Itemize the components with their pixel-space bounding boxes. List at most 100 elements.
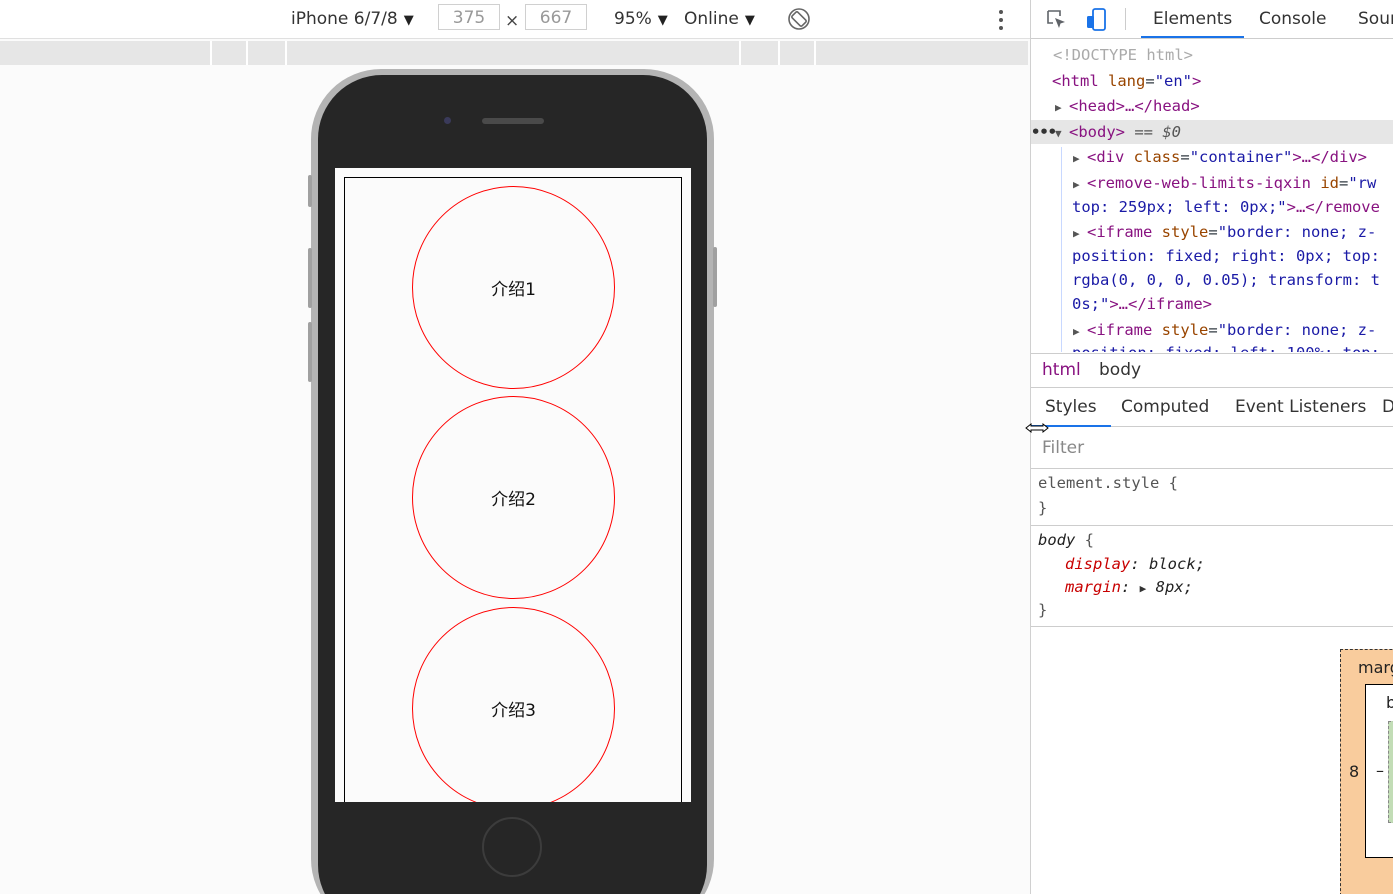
ruler-divider: [778, 41, 780, 65]
dom-remove-web-limits[interactable]: ▶ <remove-web-limits-iqxin id="rw: [1031, 171, 1393, 195]
dom-iframe-1[interactable]: ▶ <iframe style="border: none; z-: [1031, 220, 1393, 244]
ruler-divider: [285, 41, 287, 65]
attr-name: style: [1161, 223, 1209, 241]
expand-triangle-icon[interactable]: ▶: [1073, 147, 1087, 171]
device-toolbar: iPhone 6/7/8 ▼ 375 × 667 95% ▼ Online ▼: [0, 0, 1030, 39]
device-name: iPhone 6/7/8: [291, 9, 398, 29]
power-button: [713, 247, 717, 307]
inspect-element-icon[interactable]: [1045, 8, 1067, 30]
dom-iframe-2-cont: position: fixed; left: 100%; top:: [1031, 341, 1393, 352]
devtools-tabbar: Elements Console Sour: [1031, 0, 1393, 39]
dom-head[interactable]: ▶ <head>…</head>: [1031, 94, 1393, 118]
tab-elements[interactable]: Elements: [1141, 0, 1245, 38]
display-declaration[interactable]: display: block;: [1065, 553, 1205, 575]
zoom-value: 95%: [614, 9, 652, 29]
intro-circle: 介绍3: [412, 607, 615, 802]
device-toggle-icon[interactable]: [1085, 8, 1107, 31]
body-selector-line[interactable]: body {: [1038, 529, 1094, 551]
dom-iframe-1-cont: rgba(0, 0, 0, 0.05); transform: t: [1031, 268, 1393, 292]
property-name: display: [1065, 555, 1131, 573]
tag-text: <body>: [1069, 123, 1125, 141]
selected-marker: == $0: [1125, 123, 1181, 141]
tag-text: <remove-web-limits-iqxin: [1087, 174, 1311, 192]
ruler-divider: [814, 41, 816, 65]
attr-name: style: [1161, 321, 1209, 339]
box-model-diagram: marg 8 b –: [1340, 649, 1393, 894]
expand-triangle-icon[interactable]: ▶: [1073, 222, 1087, 246]
attr-value: 0s;": [1072, 295, 1110, 313]
collapse-triangle-icon[interactable]: ▼: [1055, 122, 1069, 146]
property-value: block;: [1149, 555, 1205, 573]
attr-value: "en": [1154, 72, 1193, 90]
tag-text: <head>…</head>: [1069, 97, 1200, 115]
attr-name: id: [1320, 174, 1339, 192]
attr-value: "border: none; z-: [1217, 321, 1377, 339]
dom-tree: <!DOCTYPE html> <html lang="en"> ▶ <head>…: [1031, 40, 1393, 352]
tag-text: >: [1192, 72, 1202, 90]
height-input[interactable]: 667: [525, 4, 587, 30]
tab-computed[interactable]: Computed: [1121, 388, 1209, 426]
tag-text: <iframe: [1087, 223, 1153, 241]
zoom-select[interactable]: 95% ▼: [614, 6, 668, 32]
attr-name: lang: [1108, 72, 1146, 90]
attr-value: "border: none; z-: [1217, 223, 1377, 241]
tab-dom-breakpoints[interactable]: D: [1382, 388, 1393, 426]
expand-triangle-icon[interactable]: ▶: [1055, 96, 1069, 120]
chevron-down-icon: ▼: [657, 13, 668, 28]
tag-text: >…</div>: [1292, 148, 1367, 166]
doctype-text: <!DOCTYPE html>: [1053, 46, 1193, 64]
breadcrumb-html[interactable]: html: [1042, 354, 1081, 387]
dom-body[interactable]: •••▼ <body> == $0: [1031, 120, 1393, 144]
dom-iframe-2[interactable]: ▶ <iframe style="border: none; z-: [1031, 318, 1393, 342]
dom-doctype[interactable]: <!DOCTYPE html>: [1031, 43, 1393, 67]
tag-text: >…</remove: [1286, 198, 1380, 216]
home-button: [482, 817, 542, 877]
media-query-ruler[interactable]: [0, 41, 1028, 65]
device-select[interactable]: iPhone 6/7/8 ▼: [291, 6, 414, 32]
mute-switch: [308, 175, 312, 207]
network-select[interactable]: Online ▼: [684, 6, 755, 32]
dom-iframe-1-cont: position: fixed; right: 0px; top:: [1031, 244, 1393, 268]
intro-circle: 介绍1: [412, 186, 615, 389]
margin-left-value: 8: [1349, 762, 1360, 781]
styles-tabbar: Styles Computed Event Listeners D: [1031, 388, 1393, 427]
selector-text: body: [1038, 531, 1076, 549]
resize-cursor-icon[interactable]: [1024, 420, 1050, 434]
dom-remove-web-limits-cont: top: 259px; left: 0px;">…</remove: [1031, 195, 1393, 219]
dom-iframe-1-cont: 0s;">…</iframe>: [1031, 292, 1393, 316]
brace: {: [1084, 531, 1095, 549]
tab-console[interactable]: Console: [1259, 0, 1327, 38]
ellipsis-icon[interactable]: •••: [1031, 120, 1057, 144]
dom-div-container[interactable]: ▶ <div class="container">…</div>: [1031, 145, 1393, 169]
toolbar-divider: [1125, 8, 1126, 30]
tag-text: <div: [1087, 148, 1125, 166]
tab-event-listeners[interactable]: Event Listeners: [1235, 388, 1366, 426]
attr-value: rgba(0, 0, 0, 0.05); transform: t: [1072, 271, 1380, 289]
property-name: margin: [1065, 578, 1121, 596]
ruler-divider: [739, 41, 741, 65]
element-style-close: }: [1038, 499, 1048, 517]
border-label: b: [1386, 693, 1393, 712]
intro-circle: 介绍2: [412, 396, 615, 599]
dom-indent-guide: [1061, 147, 1062, 352]
camera-icon: [444, 117, 451, 124]
border-left-value: –: [1376, 761, 1384, 780]
tab-sources[interactable]: Sour: [1358, 0, 1393, 38]
filter-row: Filter: [1031, 428, 1393, 469]
expand-triangle-icon[interactable]: ▶: [1073, 173, 1087, 197]
margin-label: marg: [1358, 658, 1393, 677]
devtools-panel: Elements Console Sour <!DOCTYPE html> <h…: [1030, 0, 1393, 894]
element-style-selector[interactable]: element.style {: [1038, 472, 1178, 494]
volume-up-button: [308, 248, 312, 308]
margin-declaration[interactable]: margin: ▶ 8px;: [1065, 576, 1193, 598]
attr-name: class: [1133, 148, 1181, 166]
breadcrumb-body[interactable]: body: [1099, 354, 1141, 387]
expand-triangle-icon[interactable]: ▶: [1140, 582, 1147, 595]
more-options-icon[interactable]: [998, 9, 1004, 31]
times-sign: ×: [505, 11, 520, 31]
attr-value: "rw: [1348, 174, 1377, 192]
attr-value: position: fixed; right: 0px; top:: [1072, 247, 1380, 265]
dom-html[interactable]: <html lang="en">: [1031, 69, 1393, 93]
width-input[interactable]: 375: [438, 4, 500, 30]
rotate-icon[interactable]: [787, 7, 811, 31]
